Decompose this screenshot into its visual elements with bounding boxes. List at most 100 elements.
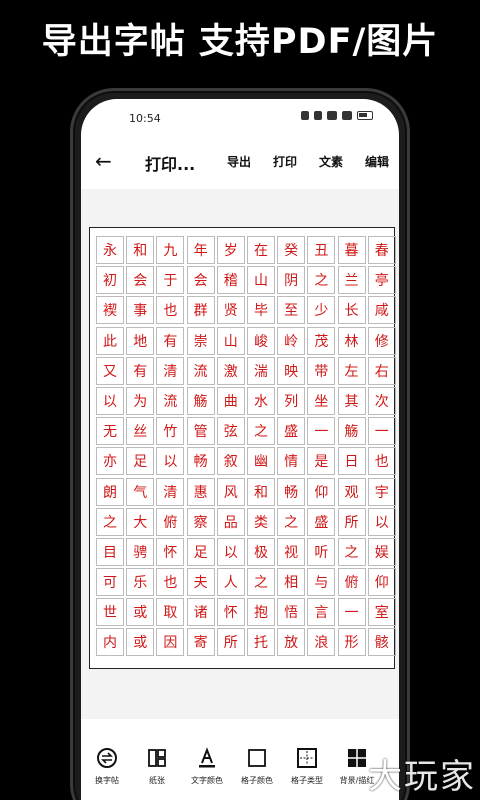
grid-cell: 骸 [367, 628, 396, 657]
grid-cell: 林 [337, 326, 366, 355]
grid-cell: 群 [186, 296, 215, 325]
grid-cell: 目 [96, 537, 124, 566]
alarm-icon [301, 111, 309, 120]
grid-cell: 无 [96, 417, 124, 446]
grid-cell: 宇 [367, 477, 396, 506]
bluetooth-icon [314, 111, 322, 120]
grid-cell: 和 [126, 236, 155, 264]
grid-cell: 亭 [367, 266, 396, 295]
grid-cell: 为 [126, 386, 155, 415]
grid-cell: 之 [277, 507, 306, 536]
grid-cell: 因 [156, 628, 185, 657]
grid-cell: 会 [126, 266, 155, 295]
grid-cell: 映 [277, 356, 306, 385]
grid-cell: 盛 [307, 507, 336, 536]
tool-text-color[interactable]: 文字颜色 [183, 747, 231, 786]
battery-icon [357, 111, 373, 120]
export-button[interactable]: 导出 [227, 153, 251, 170]
grid-cell: 清 [156, 477, 185, 506]
grid-cell: 年 [186, 236, 215, 264]
tool-label: 文字颜色 [191, 776, 223, 785]
grid-cell: 或 [126, 628, 155, 657]
character-grid: 永和九年岁在癸丑暮春初会于会稽山阴之兰亭褉事也群贤毕至少长咸此地有崇山峻岭茂林修… [96, 236, 396, 657]
edit-button[interactable]: 编辑 [365, 153, 389, 170]
grid-cell: 诸 [186, 598, 215, 627]
grid-cell: 气 [126, 477, 155, 506]
grid-cell: 夫 [186, 568, 215, 597]
grid-type-icon [297, 748, 317, 768]
grid-cell: 朗 [96, 477, 124, 506]
wifi-icon [327, 111, 337, 120]
grid-cell: 畅 [186, 447, 215, 476]
grid-cell: 盛 [277, 417, 306, 446]
grid-cell: 坐 [307, 386, 336, 415]
grid-cell: 丑 [307, 236, 336, 264]
grid-cell: 清 [156, 356, 185, 385]
tool-change-copybook[interactable]: 换字帖 [83, 747, 131, 786]
grid-cell: 俯 [156, 507, 185, 536]
status-bar: 10:54 [81, 99, 399, 135]
tool-grid-type[interactable]: 格子类型 [283, 747, 331, 786]
grid-cell: 流 [186, 356, 215, 385]
grid-cell: 长 [337, 296, 366, 325]
swap-icon [97, 748, 117, 768]
grid-cell: 取 [156, 598, 185, 627]
tool-label: 格子颜色 [241, 776, 273, 785]
grid-cell: 贤 [216, 296, 245, 325]
grid-cell: 之 [307, 266, 336, 295]
grid-cell: 寄 [186, 628, 215, 657]
grid-cell: 褉 [96, 296, 124, 325]
grid-cell: 怀 [216, 598, 245, 627]
print-button[interactable]: 打印 [273, 153, 297, 170]
grid-cell: 悟 [277, 598, 306, 627]
grid-cell: 怀 [156, 537, 185, 566]
signal-icon [342, 111, 352, 120]
grid-cell: 一 [337, 598, 366, 627]
grid-cell: 右 [367, 356, 396, 385]
text-material-button[interactable]: 文素 [319, 153, 343, 170]
grid-cell: 是 [307, 447, 336, 476]
tool-grid-color[interactable]: 格子颜色 [233, 747, 281, 786]
watermark-logo: 大玩家 [368, 757, 476, 797]
back-arrow-icon[interactable]: ← [95, 149, 112, 173]
tool-label: 格子类型 [291, 776, 323, 785]
grid-cell: 娱 [367, 537, 396, 566]
tool-label: 换字帖 [95, 776, 119, 785]
grid-cell: 曲 [216, 386, 245, 415]
grid-cell: 视 [277, 537, 306, 566]
page-title: 打印... [145, 155, 196, 174]
grid-cell: 所 [337, 507, 366, 536]
tool-label: 纸张 [149, 776, 165, 785]
grid-cell: 亦 [96, 447, 124, 476]
grid-cell: 放 [277, 628, 306, 657]
grid-cell: 初 [96, 266, 124, 295]
grid-cell: 言 [307, 598, 336, 627]
grid-cell: 之 [246, 417, 275, 446]
grid-cell: 畅 [277, 477, 306, 506]
grid-cell: 竹 [156, 417, 185, 446]
grid-cell: 地 [126, 326, 155, 355]
grid-cell: 之 [96, 507, 124, 536]
grid-cell: 修 [367, 326, 396, 355]
grid-cell: 与 [307, 568, 336, 597]
tool-paper[interactable]: 纸张 [133, 747, 181, 786]
status-time: 10:54 [129, 112, 161, 125]
grid-cell: 峻 [246, 326, 275, 355]
grid-cell: 有 [126, 356, 155, 385]
grid-cell: 大 [126, 507, 155, 536]
grid-cell: 幽 [246, 447, 275, 476]
grid-cell: 情 [277, 447, 306, 476]
grid-cell: 暮 [337, 236, 366, 264]
grid-cell: 少 [307, 296, 336, 325]
background-icon [348, 749, 366, 767]
grid-cell: 又 [96, 356, 124, 385]
grid-cell: 有 [156, 326, 185, 355]
grid-cell: 类 [246, 507, 275, 536]
text-color-icon [199, 747, 215, 768]
grid-cell: 管 [186, 417, 215, 446]
grid-cell: 岭 [277, 326, 306, 355]
grid-cell: 也 [156, 296, 185, 325]
grid-cell: 托 [246, 628, 275, 657]
grid-cell: 也 [156, 568, 185, 597]
grid-cell: 以 [216, 537, 245, 566]
